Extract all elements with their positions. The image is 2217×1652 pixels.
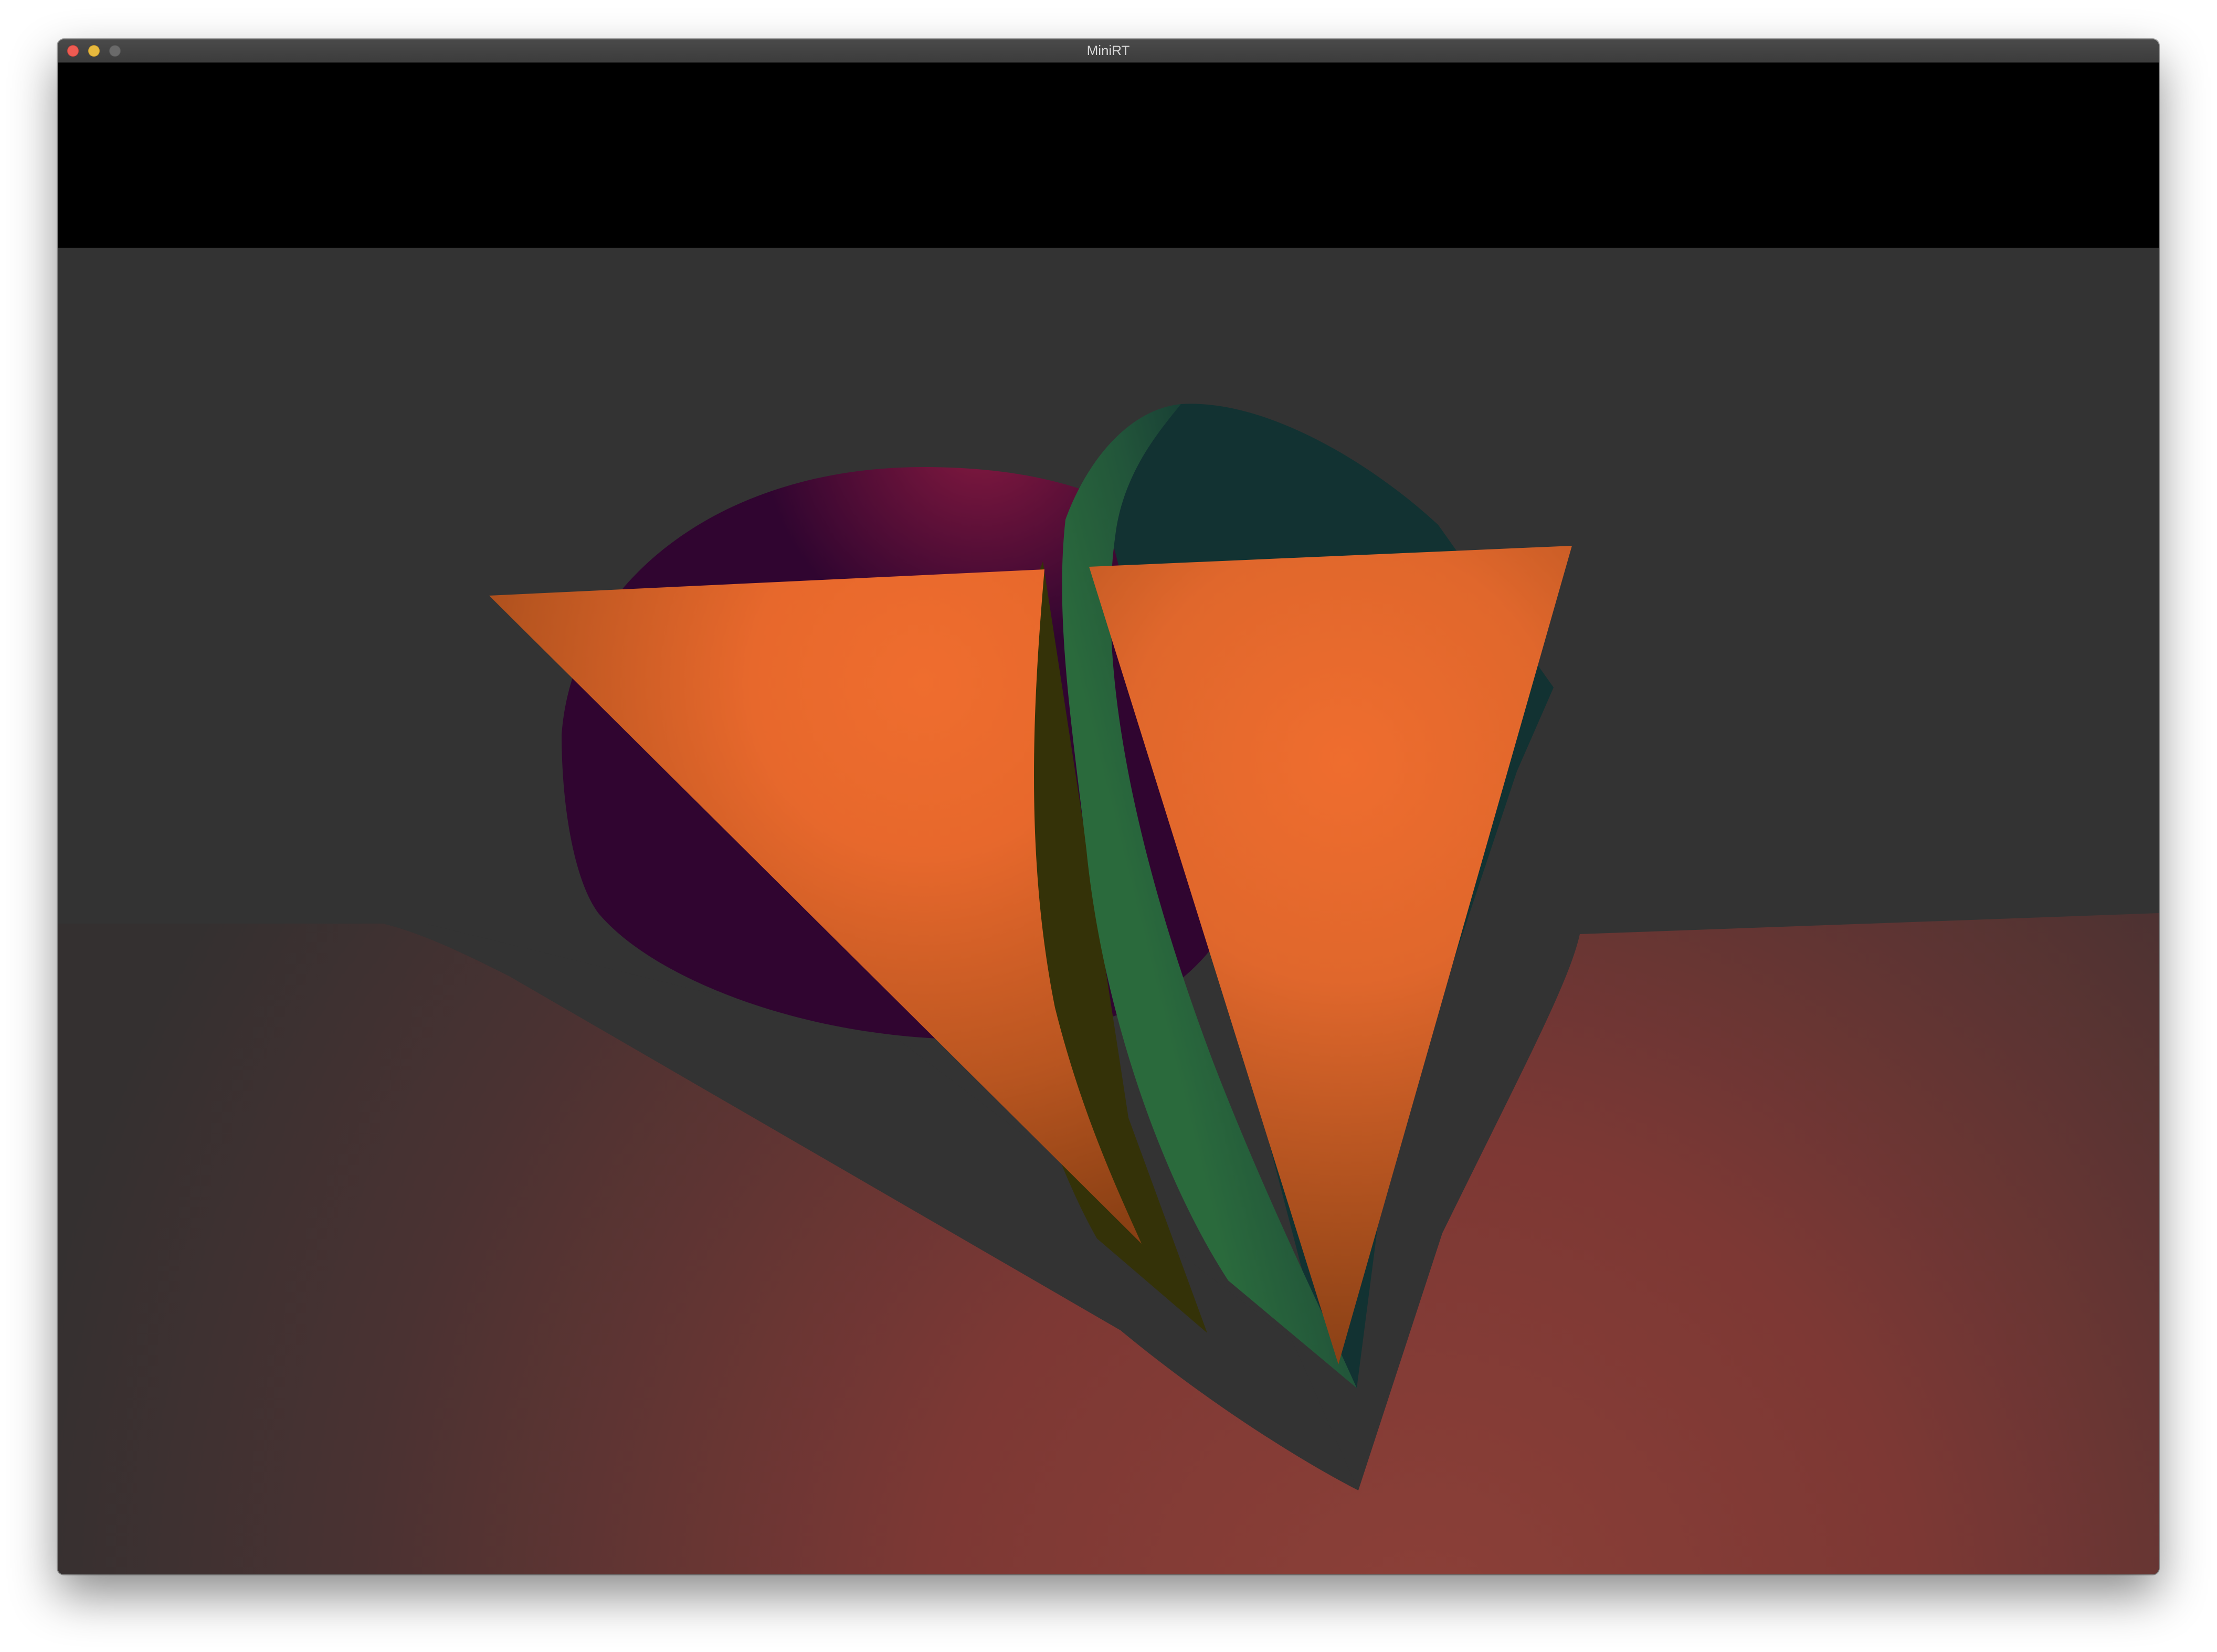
- desktop: MiniRT: [0, 0, 2217, 1652]
- render-viewport[interactable]: [58, 63, 2159, 1574]
- raytraced-scene: [58, 63, 2159, 1574]
- window-title: MiniRT: [1086, 43, 1130, 58]
- title-bar[interactable]: MiniRT: [58, 39, 2159, 63]
- background-band: [58, 63, 2159, 248]
- minirt-window: MiniRT: [58, 39, 2159, 1574]
